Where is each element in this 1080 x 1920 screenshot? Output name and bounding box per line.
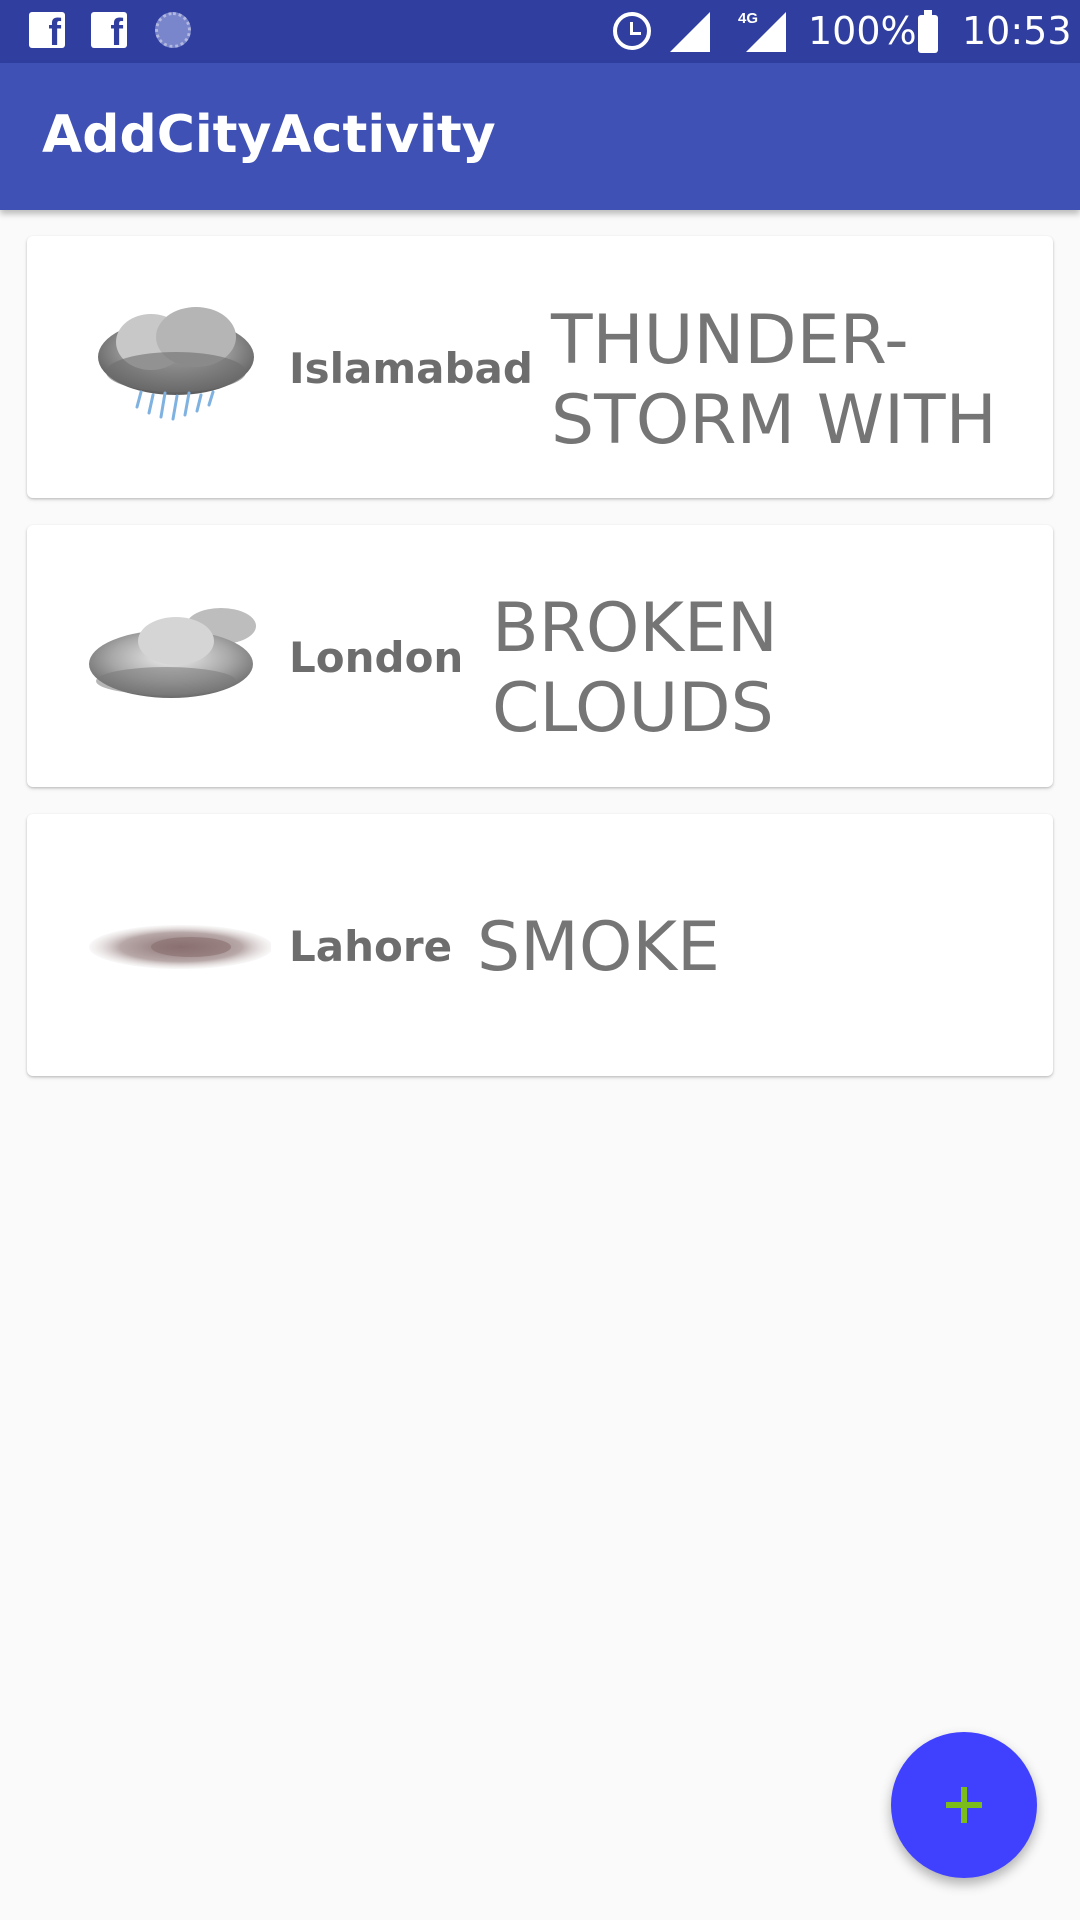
city-name: London — [289, 633, 464, 682]
broken-clouds-icon — [89, 608, 256, 698]
weather-condition: THUNDER- STORM WITH — [551, 301, 997, 460]
facebook-icon: f — [29, 12, 65, 48]
signal-icon — [670, 12, 710, 52]
weather-condition: SMOKE — [477, 908, 720, 987]
city-name: Lahore — [289, 922, 453, 971]
sync-icon — [155, 12, 191, 48]
city-name: Islamabad — [289, 344, 533, 393]
signal-icon — [746, 12, 786, 52]
clock: 10:53 — [962, 9, 1072, 53]
add-city-button[interactable] — [891, 1732, 1037, 1878]
app-bar: AddCityActivity — [0, 63, 1080, 210]
city-card-islamabad[interactable]: Islamabad THUNDER- STORM WITH — [27, 236, 1053, 498]
city-card-lahore[interactable]: Lahore SMOKE — [27, 814, 1053, 1076]
facebook-icon: f — [91, 12, 127, 48]
city-card-london[interactable]: London BROKEN CLOUDS — [27, 525, 1053, 787]
page-title: AddCityActivity — [42, 105, 496, 165]
smoke-icon — [89, 925, 271, 969]
status-bar: f f 4G 100% 10:53 — [0, 0, 1080, 63]
battery-percent: 100% — [808, 9, 917, 53]
plus-icon — [946, 1787, 982, 1823]
battery-charging-icon — [918, 10, 938, 53]
weather-condition: BROKEN CLOUDS — [492, 589, 778, 748]
alarm-icon — [613, 12, 651, 50]
thunderstorm-rain-icon — [98, 307, 254, 421]
